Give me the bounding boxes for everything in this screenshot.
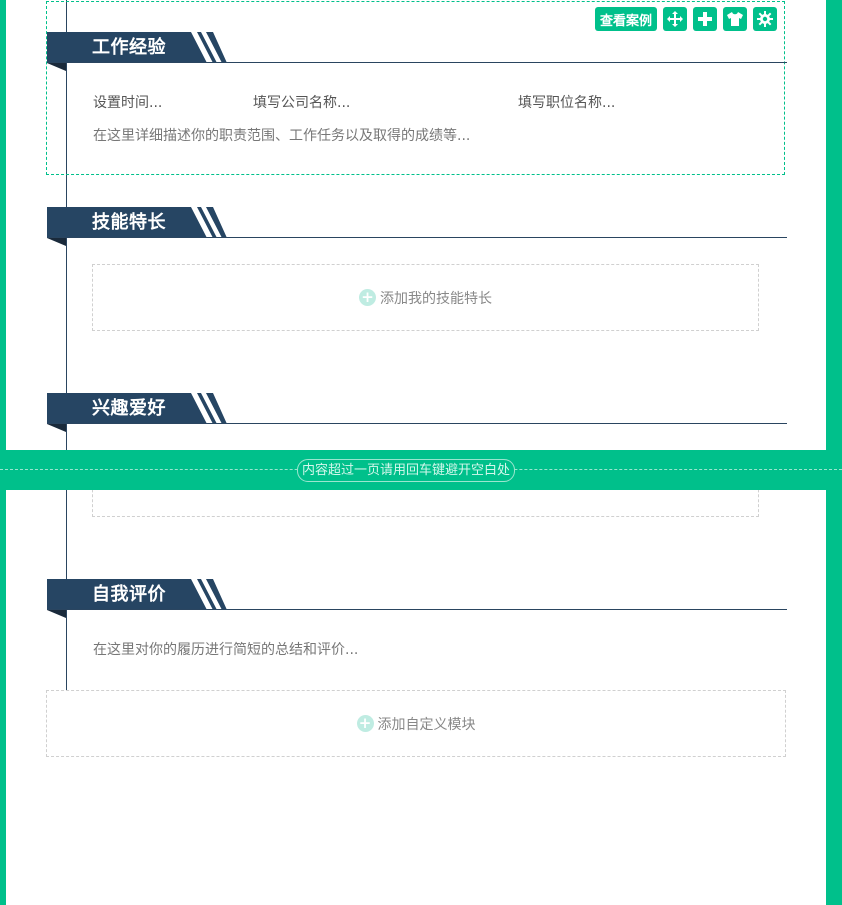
plus-icon — [697, 11, 713, 27]
module-toolbar: 查看案例 — [595, 7, 778, 31]
move-icon — [667, 11, 684, 27]
add-circle-icon: + — [356, 715, 374, 732]
theme-button[interactable] — [723, 7, 748, 31]
time-field[interactable]: 设置时间... — [93, 92, 162, 112]
page-break-bar: 内容超过一页请用回车键避开空白处 — [0, 450, 842, 490]
add-circle-icon: + — [359, 289, 376, 306]
section-title: 兴趣爱好 — [92, 398, 166, 419]
work-description-field[interactable]: 在这里详细描述你的职责范围、工作任务以及取得的成绩等... — [93, 125, 470, 145]
hobbies-header: 兴趣爱好 — [47, 393, 787, 427]
position-field[interactable]: 填写职位名称... — [518, 92, 615, 112]
section-rule — [47, 237, 787, 238]
add-skill-button[interactable]: + 添加我的技能特长 — [92, 264, 759, 331]
work-experience-header: 工作经验 — [47, 32, 787, 66]
move-button[interactable] — [663, 7, 688, 31]
section-title: 技能特长 — [92, 212, 166, 233]
company-field[interactable]: 填写公司名称... — [253, 92, 350, 112]
banner-fold — [47, 424, 66, 432]
gear-icon — [757, 11, 774, 27]
add-module-button[interactable] — [693, 7, 718, 31]
work-experience-module[interactable]: 查看案例 — [46, 1, 785, 175]
add-custom-module-button[interactable]: + 添加自定义模块 — [46, 690, 786, 757]
section-rule — [47, 62, 787, 63]
self-evaluation-header: 自我评价 — [47, 579, 787, 613]
add-skill-label: 添加我的技能特长 — [380, 290, 492, 307]
add-custom-module-label: 添加自定义模块 — [377, 716, 476, 733]
shirt-icon — [727, 11, 744, 27]
page-break-notice: 内容超过一页请用回车键避开空白处 — [297, 459, 516, 482]
banner-fold — [47, 63, 66, 71]
view-example-button[interactable]: 查看案例 — [595, 7, 658, 31]
section-rule — [47, 609, 787, 610]
section-title: 工作经验 — [92, 37, 166, 58]
section-title: 自我评价 — [92, 584, 166, 605]
self-evaluation-field[interactable]: 在这里对你的履历进行简短的总结和评价... — [93, 639, 358, 659]
section-rule — [47, 423, 787, 424]
skills-header: 技能特长 — [47, 207, 787, 241]
banner-fold — [47, 610, 66, 618]
banner-fold — [47, 238, 66, 246]
settings-button[interactable] — [753, 7, 778, 31]
